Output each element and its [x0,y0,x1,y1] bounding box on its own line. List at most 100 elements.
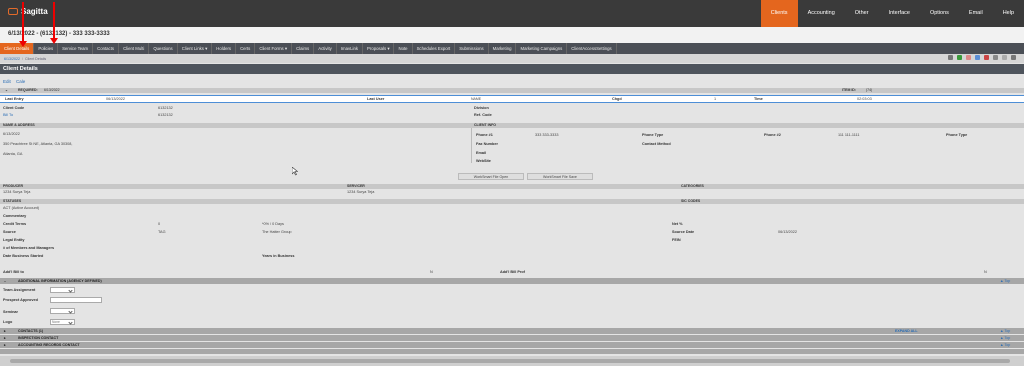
tab-questions[interactable]: Questions [149,43,178,54]
client-code-row: Client Code 6132132 Division [0,106,1024,111]
filter-icon[interactable] [948,55,953,60]
topnav-clients[interactable]: Clients [760,0,798,27]
accounting-records-contact-label: ACCOUNTING RECORDS CONTACT [18,343,80,347]
inspection-contact-bar[interactable]: ▸ INSPECTION CONTACT ▲ Top [0,335,1024,341]
topnav-options[interactable]: Options [920,0,959,27]
tab-client-access-settings[interactable]: ClientAccessSettings [567,43,617,54]
legal-entity-row: Legal Entity FEIN [0,238,1024,243]
next-section-bar[interactable] [0,349,1024,354]
item-id-label: ITEM ID: [842,88,856,92]
last-entry-row: Last Entry 06/13/2022 Last User NAME Chg… [0,95,1024,103]
tab-client-links[interactable]: Client Links ▾ [178,43,213,54]
fax-label: Fax Number [476,142,498,146]
worksmart-file-open-button[interactable]: WorkSmart File Open [458,173,524,180]
tab-client-details[interactable]: Client Details [0,43,35,54]
client-header [0,27,1024,43]
sic-codes-header: SIC CODES [681,199,701,203]
tab-proposals[interactable]: Proposals ▾ [363,43,395,54]
net-label: Net % [672,222,683,226]
top-link[interactable]: ▲ Top [1000,328,1010,334]
expand-all-link[interactable]: EXPAND ALL [895,328,918,334]
top-link[interactable]: ▲ Top [1000,342,1010,348]
seminar-select[interactable] [50,308,75,314]
tab-imavlink[interactable]: ImavLink [337,43,364,54]
help-icon[interactable] [1011,55,1016,60]
print-icon[interactable] [966,55,971,60]
contacts-bar[interactable]: ▸ CONTACTS (1) EXPAND ALL ▲ Top [0,328,1024,334]
chgd-label: Chgd [612,97,622,101]
producer-header: PRODUCER [3,184,24,188]
required-label: REQUIRED: [18,88,38,92]
breadcrumb: 6/13/2022 / Client Details [0,54,1024,63]
topnav-help[interactable]: Help [993,0,1024,27]
tab-client-forms[interactable]: Client Forms ▾ [255,43,293,54]
tab-contacts[interactable]: Contacts [93,43,120,54]
prospect-approved-input[interactable] [50,297,102,303]
prospect-approved-label: Prospect Approved [3,298,38,302]
expand-icon[interactable]: ▸ [4,328,6,334]
cale-link[interactable]: Cale [16,79,25,84]
last-user-label: Last User [367,97,385,101]
address-line-1: 6/13/2022 [3,132,20,136]
categories-header: CATEGORIES [681,184,704,188]
last-entry-value: 06/13/2022 [106,97,126,101]
copy-icon[interactable] [1002,55,1007,60]
client-code-label: Client Code [3,106,25,110]
topnav-accounting[interactable]: Accounting [798,0,845,27]
worksmart-file-save-button[interactable]: WorkSmart File Save [527,173,593,180]
tab-note[interactable]: Note [394,43,413,54]
bill-to-link[interactable]: Bill To [3,113,13,118]
last-entry-label: Last Entry [5,97,24,101]
members-row: # of Members and Managers [0,246,1024,251]
status-row: ACT (Active Account) [0,206,1024,211]
topnav-interface[interactable]: Interface [879,0,920,27]
percent-days-value: *0% / 0 Days [262,222,284,226]
tab-claims[interactable]: Claims [292,43,315,54]
app-logo[interactable]: Sagitta [8,7,48,16]
agency-defined-header: ADDITIONAL INFORMATION (AGENCY DEFINED) [18,279,102,283]
legal-entity-label: Legal Entity [3,238,25,242]
team-assignment-label: Team Assignment [3,288,36,292]
source-label: Source [3,230,16,234]
top-link[interactable]: ▲ Top [1000,335,1010,341]
refresh-icon[interactable] [957,55,962,60]
tab-marketing-campaigns[interactable]: Marketing Campaigns [516,43,568,54]
tab-submissions[interactable]: Submissions [455,43,489,54]
tab-schedules-export[interactable]: Schedules Export [413,43,456,54]
topnav-other[interactable]: Other [845,0,879,27]
address-line-3: Atlanta, GA [3,152,23,156]
breadcrumb-first[interactable]: 6/13/2022 [4,57,20,61]
agency-defined-header-bar[interactable]: – ADDITIONAL INFORMATION (AGENCY DEFINED… [0,278,1024,284]
settings-icon[interactable] [993,55,998,60]
edit-link[interactable]: Edit [3,79,11,84]
tab-holders[interactable]: Holders [212,43,237,54]
expand-icon[interactable]: ▸ [4,342,6,348]
team-assignment-select[interactable] [50,287,75,293]
tab-marketing[interactable]: Marketing [489,43,517,54]
tab-policies[interactable]: Policies [34,43,59,54]
website-label: WebSite [476,159,491,163]
mouse-cursor-icon [292,167,298,176]
tab-activity[interactable]: Activity [314,43,337,54]
tab-client-multi[interactable]: Client Multi [119,43,150,54]
expand-icon[interactable]: ▸ [4,335,6,341]
collapse-icon[interactable]: ⌄ [5,88,8,93]
bill-to-row: Bill To 6132132 Ref. Code [0,113,1024,118]
addl-bill-to-label: Add'l Bill to [3,270,24,274]
email-icon[interactable] [975,55,980,60]
tab-service-team[interactable]: Service Team [58,43,94,54]
tab-certs[interactable]: Certs [236,43,256,54]
logo-select[interactable]: None [50,319,75,325]
top-link[interactable]: ▲ Top [1000,278,1010,284]
attach-icon[interactable] [984,55,989,60]
topnav-email[interactable]: Email [959,0,993,27]
time-label: Time [754,97,763,101]
source-date-label: Source Date [672,230,695,234]
breadcrumb-current: Client Details [25,56,47,61]
email-label: Email [476,151,487,155]
collapse-icon[interactable]: – [4,278,6,284]
commentary-row: Commentary [0,214,1024,219]
producer-header-bar: PRODUCER SERVICER CATEGORIES [0,184,1024,189]
scrollbar-thumb[interactable] [10,359,1010,363]
accounting-records-contact-bar[interactable]: ▸ ACCOUNTING RECORDS CONTACT ▲ Top [0,342,1024,348]
